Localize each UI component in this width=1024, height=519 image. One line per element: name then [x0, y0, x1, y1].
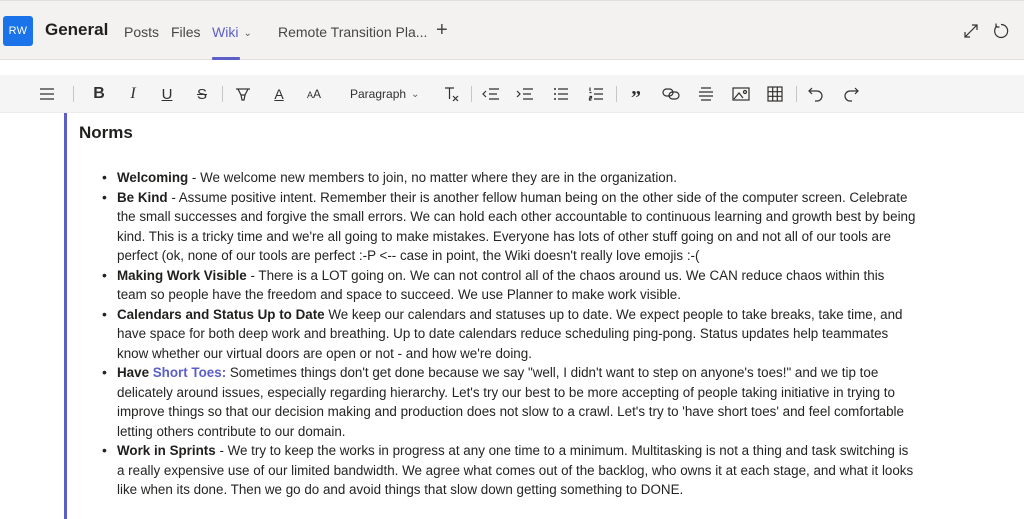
- redo-button[interactable]: [842, 83, 860, 105]
- chevron-down-icon: ⌄: [411, 89, 420, 100]
- quote-button[interactable]: ”: [627, 83, 645, 109]
- toolbar-divider: [73, 86, 74, 102]
- table-icon: [767, 86, 783, 102]
- team-avatar[interactable]: RW: [3, 16, 33, 46]
- item-text: - Assume positive intent. Remember their…: [117, 189, 916, 264]
- wiki-editor[interactable]: Norms Welcoming - We welcome new members…: [0, 113, 1024, 519]
- horizontal-rule-icon: [699, 87, 713, 101]
- tab-posts[interactable]: Posts: [124, 24, 159, 40]
- channel-title: General: [45, 20, 109, 39]
- plus-icon: +: [436, 19, 448, 41]
- redo-icon: [844, 87, 859, 102]
- bulleted-list-button[interactable]: [552, 83, 570, 105]
- bold-button[interactable]: B: [90, 83, 108, 105]
- quote-icon: ”: [631, 86, 641, 109]
- item-title: Making Work Visible: [117, 267, 247, 283]
- list-item: Calendars and Status Up to Date We keep …: [102, 305, 917, 364]
- section-heading: Norms: [79, 123, 133, 142]
- tab-files[interactable]: Files: [171, 24, 201, 40]
- underline-icon: U: [161, 85, 173, 103]
- numbered-list-icon: [588, 87, 603, 101]
- underline-button[interactable]: U: [158, 83, 176, 105]
- tab-wiki[interactable]: Wiki ⌄: [212, 24, 252, 40]
- item-title: Calendars and Status Up to Date: [117, 306, 325, 322]
- refresh-button[interactable]: [991, 21, 1011, 41]
- font-color-button[interactable]: A: [270, 83, 288, 105]
- norms-list: Welcoming - We welcome new members to jo…: [102, 168, 917, 500]
- editor-toolbar: B I U S A AA Paragraph ⌄ ”: [0, 75, 1024, 113]
- link-icon: [662, 88, 680, 100]
- item-title: Welcoming: [117, 170, 189, 185]
- chevron-down-icon[interactable]: ⌄: [243, 28, 251, 39]
- numbered-list-button[interactable]: [587, 83, 605, 105]
- list-item: Work in Sprints - We try to keep the wor…: [102, 441, 917, 500]
- item-text: - We welcome new members to join, no mat…: [188, 170, 677, 185]
- toolbar-divider: [471, 86, 472, 102]
- font-size-button[interactable]: AA: [304, 83, 324, 105]
- toolbar-divider: [796, 86, 797, 102]
- horizontal-rule-button[interactable]: [697, 83, 715, 105]
- strikethrough-icon: S: [196, 85, 207, 103]
- increase-indent-icon: [516, 88, 533, 100]
- toolbar-divider: [222, 86, 223, 102]
- toolbar-divider: [616, 86, 617, 102]
- item-text: - We try to keep the works in progress a…: [117, 443, 914, 497]
- expand-button[interactable]: [961, 21, 981, 41]
- bold-icon: B: [93, 85, 105, 102]
- font-size-icon: AA: [306, 87, 322, 101]
- clear-formatting-icon: [445, 87, 459, 102]
- expand-icon: [964, 24, 978, 38]
- italic-icon: I: [130, 85, 136, 102]
- undo-icon: [808, 87, 823, 102]
- bulleted-list-icon: [554, 88, 568, 100]
- image-icon: [732, 87, 750, 101]
- insert-image-button[interactable]: [732, 83, 750, 105]
- add-tab-button[interactable]: +: [436, 19, 448, 42]
- refresh-icon: [994, 23, 1009, 39]
- highlighter-icon: [236, 88, 250, 101]
- paragraph-style-dropdown[interactable]: Paragraph ⌄: [350, 87, 419, 101]
- menu-button[interactable]: [38, 83, 56, 105]
- list-item: Making Work Visible - There is a LOT goi…: [102, 266, 917, 305]
- clear-formatting-button[interactable]: [442, 83, 460, 105]
- hamburger-icon: [40, 88, 54, 100]
- list-item: Welcoming - We welcome new members to jo…: [102, 168, 917, 188]
- item-title: Have: [117, 365, 150, 380]
- item-title: Be Kind: [117, 189, 168, 205]
- tab-wiki-label: Wiki: [212, 24, 239, 40]
- tab-remote-transition-plan[interactable]: Remote Transition Pla...: [278, 24, 427, 40]
- decrease-indent-button[interactable]: [482, 83, 500, 105]
- paragraph-style-value: Paragraph: [350, 87, 407, 101]
- link-button[interactable]: [662, 83, 680, 105]
- channel-header: RW General Posts Files Wiki ⌄ Remote Tran…: [0, 0, 1024, 60]
- insert-table-button[interactable]: [766, 83, 784, 105]
- undo-button[interactable]: [807, 83, 825, 105]
- list-item: Be Kind - Assume positive intent. Rememb…: [102, 188, 917, 266]
- decrease-indent-icon: [482, 88, 499, 100]
- strikethrough-button[interactable]: S: [193, 83, 211, 105]
- italic-button[interactable]: I: [124, 83, 142, 105]
- item-text: Sometimes things don't get done because …: [117, 365, 904, 439]
- list-item: Have Short Toes: Sometimes things don't …: [102, 363, 917, 441]
- increase-indent-button[interactable]: [516, 83, 534, 105]
- active-tab-indicator: [212, 57, 240, 60]
- section-indicator-bar: [64, 113, 67, 519]
- short-toes-link[interactable]: Short Toes:: [153, 365, 226, 380]
- item-title: Work in Sprints: [117, 443, 216, 458]
- highlight-button[interactable]: [233, 83, 253, 105]
- font-color-icon: A: [274, 86, 284, 102]
